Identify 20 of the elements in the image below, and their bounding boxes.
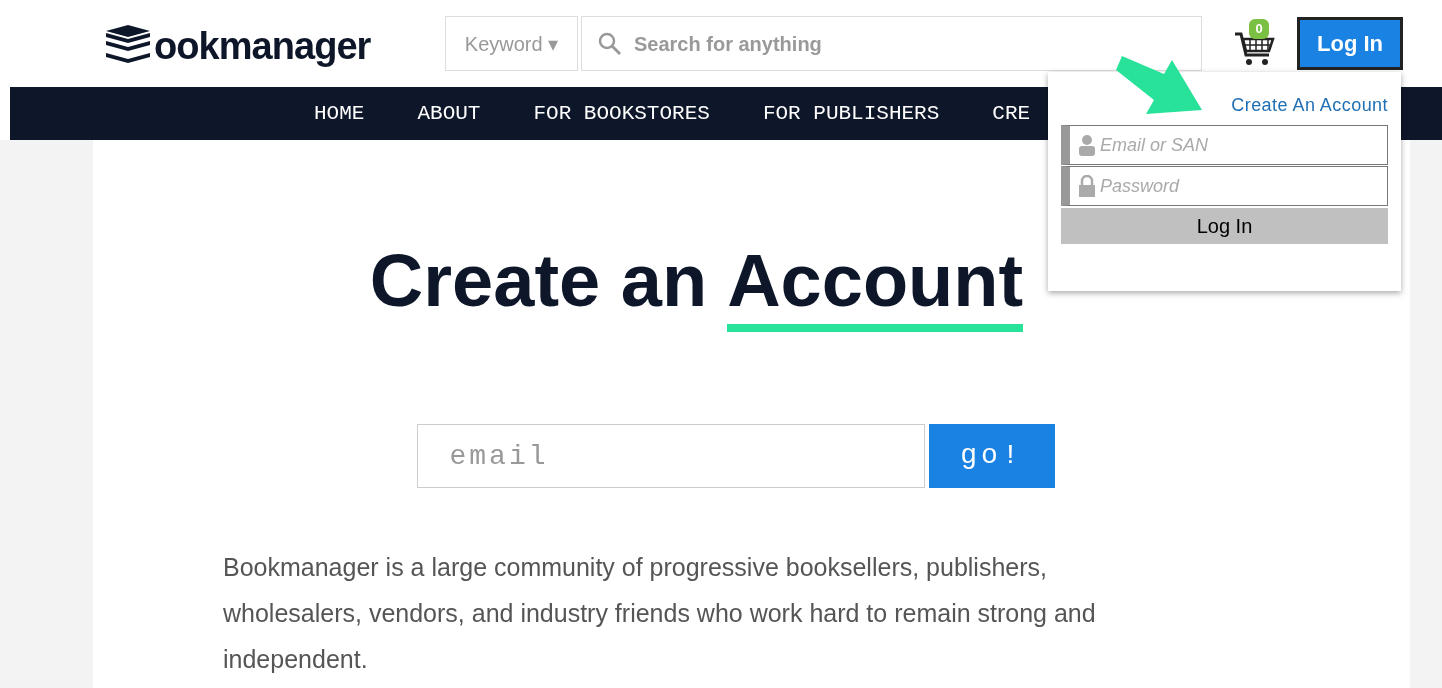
description-text: Bookmanager is a large community of progressive booksellers, publishers, wholesalers, vendors, and industry friends who work hard to remain strong and independent. xyxy=(223,552,1097,675)
logo-text: ookmanager xyxy=(154,26,371,65)
page-title-highlight: Account xyxy=(727,244,1024,332)
login-button[interactable]: Log In xyxy=(1297,17,1403,70)
nav-link[interactable]: FOR PUBLISHERS xyxy=(762,97,940,130)
nav-link[interactable]: ABOUT xyxy=(417,97,481,130)
nav-link[interactable]: CRE xyxy=(992,97,1031,130)
go-button[interactable]: go! xyxy=(928,424,1055,488)
search-field[interactable]: Search for anything xyxy=(581,16,1202,71)
search-icon xyxy=(598,31,622,56)
cart-count-badge: 0 xyxy=(1249,18,1269,39)
popup-login-button[interactable]: Log In xyxy=(1061,208,1388,244)
lock-icon xyxy=(1078,175,1096,197)
email-input[interactable]: email xyxy=(416,424,925,488)
search-scope-dropdown[interactable]: Keyword ▾ xyxy=(445,16,578,71)
page-title: Create an xyxy=(369,244,708,324)
nav-link[interactable]: FOR BOOKSTORES xyxy=(533,97,710,130)
create-account-link[interactable]: Create An Account xyxy=(1231,92,1388,119)
user-icon xyxy=(1078,134,1096,156)
nav-link[interactable]: HOME xyxy=(314,97,365,130)
